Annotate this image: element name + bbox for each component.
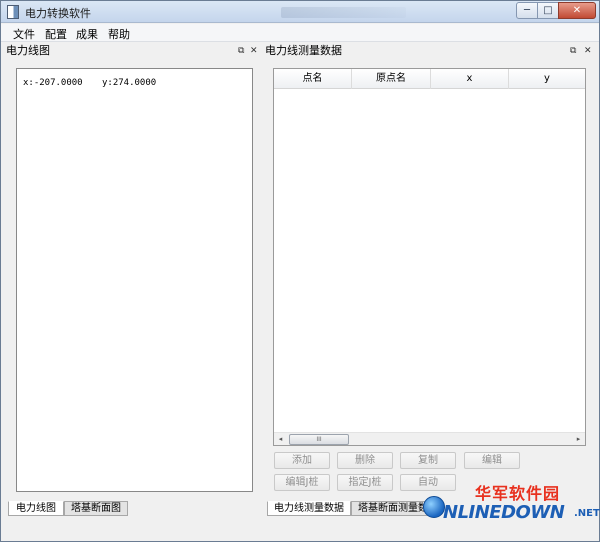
menu-results[interactable]: 成果 <box>76 26 98 42</box>
watermark-logo-text: NLINEDOWN <box>443 502 565 523</box>
x-coordinate-readout: x:-207.0000 <box>23 78 83 88</box>
watermark-net-text: .NET <box>574 508 600 519</box>
globe-icon <box>423 496 445 518</box>
scroll-right-icon[interactable]: ▸ <box>572 433 585 446</box>
column-header-original-point-name[interactable]: 原点名 <box>352 69 431 89</box>
right-dock-close-icon[interactable]: ✕ <box>584 44 592 58</box>
close-button[interactable]: ✕ <box>558 2 596 19</box>
right-dock-title-bar[interactable]: 电力线测量数据 ⧉ ✕ <box>265 43 599 59</box>
tab-power-line-map[interactable]: 电力线图 <box>8 501 64 516</box>
left-dock-float-icon[interactable]: ⧉ <box>238 44 244 58</box>
menu-help[interactable]: 帮助 <box>108 26 130 42</box>
watermark-chinese-text: 华军软件园 <box>475 484 561 503</box>
edit-j-stake-button[interactable]: 编辑J桩 <box>274 474 330 491</box>
add-button[interactable]: 添加 <box>274 452 330 469</box>
maximize-button[interactable]: □ <box>537 2 559 19</box>
measurement-table[interactable]: 点名 原点名 x y ◂ III ▸ <box>273 68 586 446</box>
window-title: 电力转换软件 <box>25 7 91 20</box>
scroll-left-icon[interactable]: ◂ <box>274 433 287 446</box>
minimize-button[interactable]: ─ <box>516 2 538 19</box>
column-header-x[interactable]: x <box>431 69 509 89</box>
menu-config[interactable]: 配置 <box>45 26 67 42</box>
blurred-title-region <box>281 7 406 18</box>
app-window: 电力转换软件 ─ □ ✕ 文件 配置 成果 帮助 电力线图 ⧉ ✕ x:-207… <box>0 0 600 542</box>
column-header-y[interactable]: y <box>509 69 585 89</box>
menu-file[interactable]: 文件 <box>13 26 35 42</box>
right-dock-float-icon[interactable]: ⧉ <box>570 44 576 58</box>
right-dock-title: 电力线测量数据 <box>265 44 342 57</box>
delete-button[interactable]: 删除 <box>337 452 393 469</box>
horizontal-scrollbar[interactable]: ◂ III ▸ <box>274 432 585 445</box>
assign-j-stake-button[interactable]: 指定J桩 <box>337 474 393 491</box>
y-coordinate-readout: y:274.0000 <box>102 78 157 88</box>
onlinedown-watermark: 华军软件园 NLINEDOWN .NET <box>417 466 600 542</box>
column-header-point-name[interactable]: 点名 <box>274 69 352 89</box>
app-icon <box>7 5 19 19</box>
left-dock-close-icon[interactable]: ✕ <box>250 44 258 58</box>
left-dock-title-bar[interactable]: 电力线图 ⧉ ✕ <box>6 43 261 59</box>
table-header: 点名 原点名 x y <box>274 69 585 89</box>
menu-bar: 文件 配置 成果 帮助 <box>1 24 599 42</box>
power-line-canvas[interactable]: x:-207.0000 y:274.0000 <box>16 68 253 492</box>
left-dock-title: 电力线图 <box>6 44 50 57</box>
tab-power-line-measurement[interactable]: 电力线测量数据 <box>267 501 351 516</box>
tab-tower-section[interactable]: 塔基断面图 <box>64 501 128 516</box>
title-bar[interactable]: 电力转换软件 ─ □ ✕ <box>1 1 599 23</box>
scroll-thumb[interactable]: III <box>289 434 349 445</box>
